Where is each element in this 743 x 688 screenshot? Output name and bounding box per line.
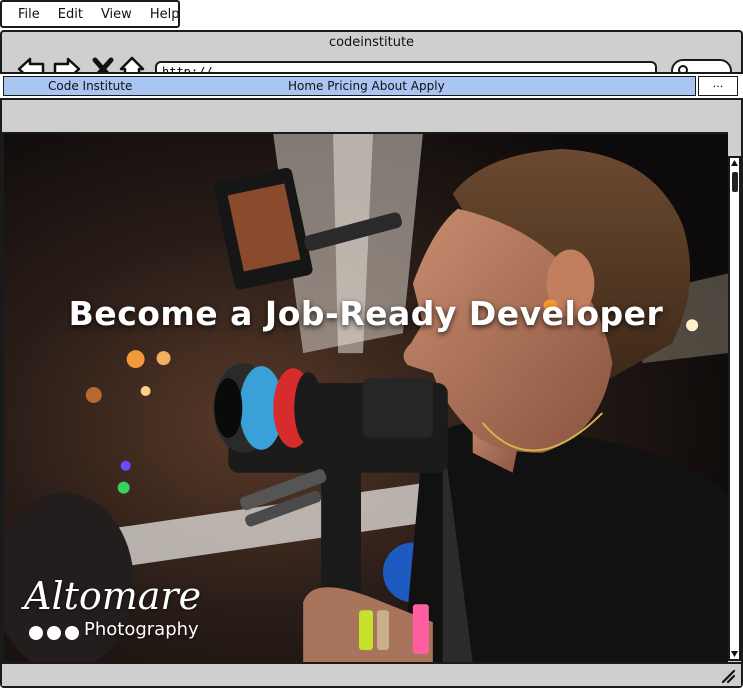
hero-section: Become a Job-Ready Developer Altomare Ph… [2, 132, 728, 662]
nav-links[interactable]: Home Pricing About Apply [288, 79, 445, 93]
scroll-down-icon[interactable] [730, 649, 739, 659]
hero-headline: Become a Job-Ready Developer [68, 294, 664, 333]
site-navbar: Code Institute Home Pricing About Apply [3, 76, 696, 96]
scrollbar-thumb[interactable] [732, 172, 738, 192]
menu-bar: File Edit View Help [0, 0, 180, 28]
scroll-up-icon[interactable] [730, 158, 739, 168]
more-button[interactable]: ... [698, 76, 738, 96]
brand-link[interactable]: Code Institute [48, 79, 132, 93]
window-title: codeinstitute [328, 35, 415, 50]
watermark-logo: Altomare [24, 574, 202, 618]
watermark-dots-icon [29, 626, 79, 640]
vertical-scrollbar[interactable] [728, 156, 741, 661]
resize-grip-icon[interactable] [719, 667, 735, 683]
menu-file[interactable]: File [18, 7, 40, 22]
menu-help[interactable]: Help [150, 7, 180, 22]
menu-view[interactable]: View [101, 7, 132, 22]
status-bar [2, 662, 741, 686]
watermark-subtitle: Photography [84, 619, 199, 640]
menu-edit[interactable]: Edit [58, 7, 83, 22]
